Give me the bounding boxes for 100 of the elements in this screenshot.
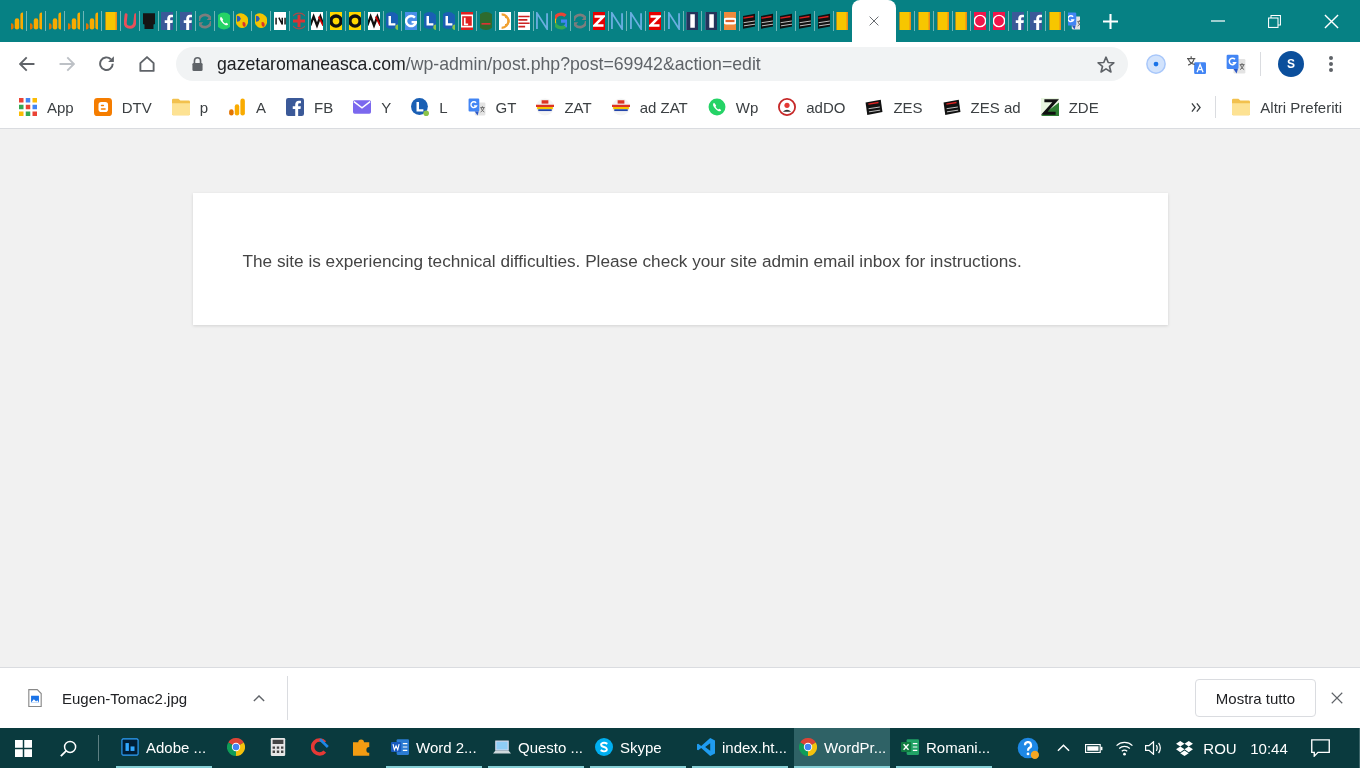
translate-icon[interactable] [1226,54,1246,74]
translate-icon [1067,12,1080,30]
bookmark-item[interactable]: ad ZAT [603,93,696,121]
double-chevron-icon[interactable] [1191,102,1202,112]
taskbar-item[interactable]: Word 2... [386,728,482,768]
language-indicator[interactable]: ROU [1203,739,1237,757]
s-circle-icon [595,738,613,756]
zigzag-icon [667,12,680,30]
bookmark-item[interactable]: App [11,93,82,121]
taskbar-item[interactable]: Adobe ... [116,728,212,768]
puzzle-icon [353,738,371,756]
restore-icon[interactable] [1268,14,1281,28]
clock[interactable]: 10:44 [1250,739,1288,757]
card-icon [798,12,811,30]
swoosh-icon [311,738,329,756]
help-icon[interactable] [1017,737,1039,759]
bookmark-item[interactable]: FB [278,93,342,121]
reload-icon[interactable] [99,56,115,72]
translate-icon [467,98,486,116]
bookmark-item[interactable]: ZAT [528,93,600,121]
minimize-icon[interactable] [1210,20,1225,22]
chevron-up-icon[interactable] [253,694,265,702]
taskbar-item[interactable]: Romani... [896,728,992,768]
address-bar[interactable]: gazetaromaneasca.com/wp-admin/post.php?post=69942&action=edit [176,47,1128,81]
bookmark-item[interactable]: DTV [85,93,160,121]
monogram-icon [311,12,324,30]
bookmark-item[interactable]: Wp [699,93,767,121]
download-item[interactable]: Eugen-Tomac2.jpg [28,689,188,707]
letter-z-icon [1040,98,1059,116]
bookmark-item[interactable]: adDO [770,93,854,121]
bookmark-item[interactable]: ZES [857,93,931,121]
taskbar-item[interactable]: index.ht... [692,728,788,768]
card-icon [780,12,793,30]
folder-icon [171,98,190,116]
speaker-icon[interactable] [1144,741,1162,755]
letter-f-icon [286,98,305,116]
letter-g-icon [555,12,568,30]
bookmark-item[interactable]: ZES ad [934,93,1029,121]
apps-grid-icon [19,98,37,116]
flag-icon [955,12,968,30]
tile-icon [461,12,474,30]
bar-chart-icon [86,12,99,30]
ring-icon [330,12,343,30]
profile-avatar[interactable]: S [1278,51,1304,77]
target-icon[interactable] [1146,54,1166,74]
browser-icon [799,738,817,756]
letter-l-icon [386,12,399,30]
bar-chart-icon [30,12,43,30]
start-icon[interactable] [14,739,32,757]
letter-l-icon [411,98,430,116]
bookmark-item[interactable]: ZDE [1032,93,1107,121]
bookmark-item[interactable]: A [220,93,275,121]
letter-z-icon [648,12,661,30]
back-arrow-icon[interactable] [19,56,35,72]
zigzag-icon [630,12,643,30]
card-icon [742,12,755,30]
close-icon[interactable] [868,16,879,26]
calculator-icon [269,738,287,756]
battery-icon[interactable] [1085,743,1103,753]
tile-icon [723,12,736,30]
letter-l-icon [442,12,455,30]
wifi-icon[interactable] [1115,740,1133,756]
close-icon[interactable] [1331,692,1343,704]
zigzag-icon [536,12,549,30]
plus-icon[interactable] [1103,13,1119,29]
letter-f-icon [1030,12,1043,30]
flag-icon [899,12,912,30]
seal-icon [778,98,797,116]
diamond-box-icon[interactable] [1175,740,1193,756]
bookmark-folder[interactable]: p [163,93,217,121]
home-icon[interactable] [139,56,155,72]
curve-icon [123,12,136,30]
browser-icon [227,738,245,756]
crescent-icon [498,12,511,30]
bookmark-folder[interactable]: Altri Preferiti [1224,93,1350,121]
bookmark-item[interactable]: Y [345,93,400,121]
document-icon [391,738,409,756]
spreadsheet-icon [901,738,919,756]
taskbar-item[interactable]: WordPr... [794,728,890,768]
card-icon [942,98,961,116]
taskbar-item[interactable]: Questo ... [488,728,584,768]
bookmark-item[interactable]: L [403,93,456,121]
image-file-icon [28,689,42,707]
letter-l-icon [423,12,436,30]
chat-phone-icon [707,98,726,116]
notification-icon[interactable] [1310,739,1330,757]
taskbar-item[interactable]: Skype [590,728,686,768]
card-icon [817,12,830,30]
monogram-icon [367,12,380,30]
bookmark-item[interactable]: GT [459,93,525,121]
more-menu-icon[interactable] [1329,56,1333,72]
letter-f-icon [1011,12,1024,30]
star-icon[interactable] [1097,55,1115,73]
chat-phone-icon [217,12,230,30]
translate-icon[interactable] [1186,54,1206,74]
app-tile-icon [121,738,139,756]
show-all-button[interactable]: Mostra tutto [1194,679,1316,717]
search-icon[interactable] [59,739,77,757]
flag-icon [1049,12,1062,30]
swirl-icon [198,12,211,30]
